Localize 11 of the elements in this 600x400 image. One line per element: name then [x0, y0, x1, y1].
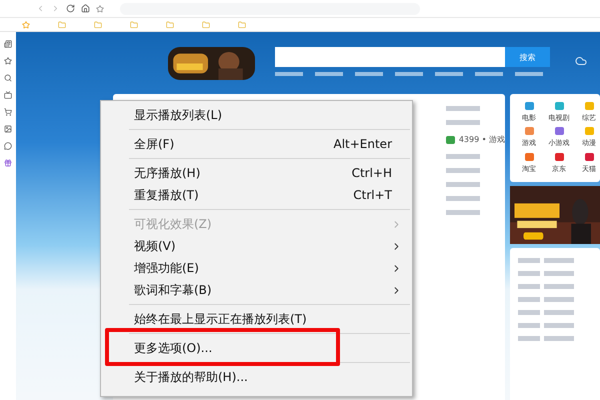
menu-item[interactable]: 显示播放列表(L) [101, 104, 412, 126]
menu-item[interactable]: 重复播放(T) Ctrl+T [101, 184, 412, 206]
menu-item[interactable]: 更多选项(O)... [101, 337, 412, 359]
menu-item[interactable]: 增强功能(E) [101, 257, 412, 279]
menu-item[interactable]: 歌词和字幕(B) [101, 279, 412, 301]
menu-item[interactable]: 无序播放(H) Ctrl+H [101, 162, 412, 184]
menu-item[interactable]: 始终在最上显示正在播放列表(T) [101, 308, 412, 330]
menu-item[interactable]: 关于播放的帮助(H)... [101, 366, 412, 388]
link[interactable]: 4399 • 游戏 [458, 134, 505, 145]
menu-item[interactable]: 全屏(F) Alt+Enter [101, 133, 412, 155]
menu-item[interactable]: 视频(V) [101, 235, 412, 257]
